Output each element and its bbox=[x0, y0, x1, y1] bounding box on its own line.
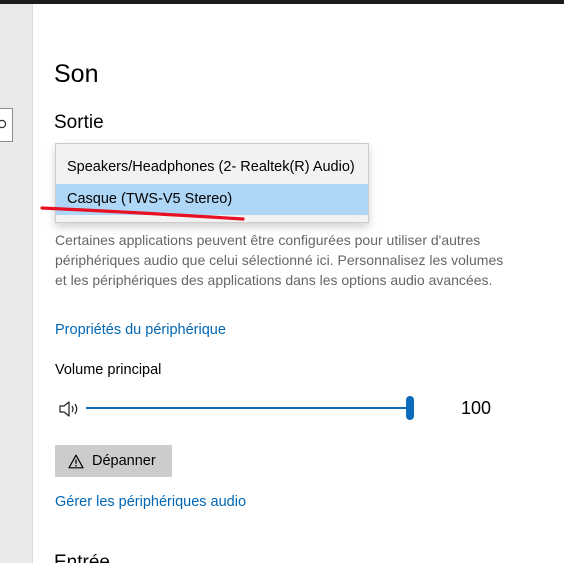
troubleshoot-label: Dépanner bbox=[92, 453, 156, 469]
master-volume-value: 100 bbox=[461, 398, 492, 418]
dropdown-option-speakers[interactable]: Speakers/Headphones (2- Realtek(R) Audio… bbox=[56, 152, 368, 183]
slider-thumb[interactable] bbox=[406, 396, 414, 420]
search-box-edge[interactable] bbox=[0, 108, 13, 142]
input-section-title: Entrée bbox=[54, 552, 110, 563]
window-top-strip bbox=[0, 0, 564, 4]
page-title: Son bbox=[54, 60, 99, 88]
device-properties-link[interactable]: Propriétés du périphérique bbox=[55, 322, 226, 338]
navigation-pane bbox=[0, 4, 33, 563]
output-description: Certaines applications peuvent être conf… bbox=[55, 232, 504, 288]
output-section-title: Sortie bbox=[54, 112, 104, 133]
red-annotation-underline bbox=[40, 206, 245, 221]
manage-audio-devices-link[interactable]: Gérer les périphériques audio bbox=[55, 494, 246, 510]
troubleshoot-button[interactable]: Dépanner bbox=[55, 445, 172, 477]
slider-fill bbox=[86, 407, 410, 409]
warning-icon bbox=[68, 454, 84, 469]
search-icon bbox=[0, 119, 7, 129]
speaker-volume-icon[interactable] bbox=[59, 400, 81, 418]
master-volume-slider[interactable] bbox=[86, 396, 414, 420]
master-volume-label: Volume principal bbox=[55, 362, 162, 378]
